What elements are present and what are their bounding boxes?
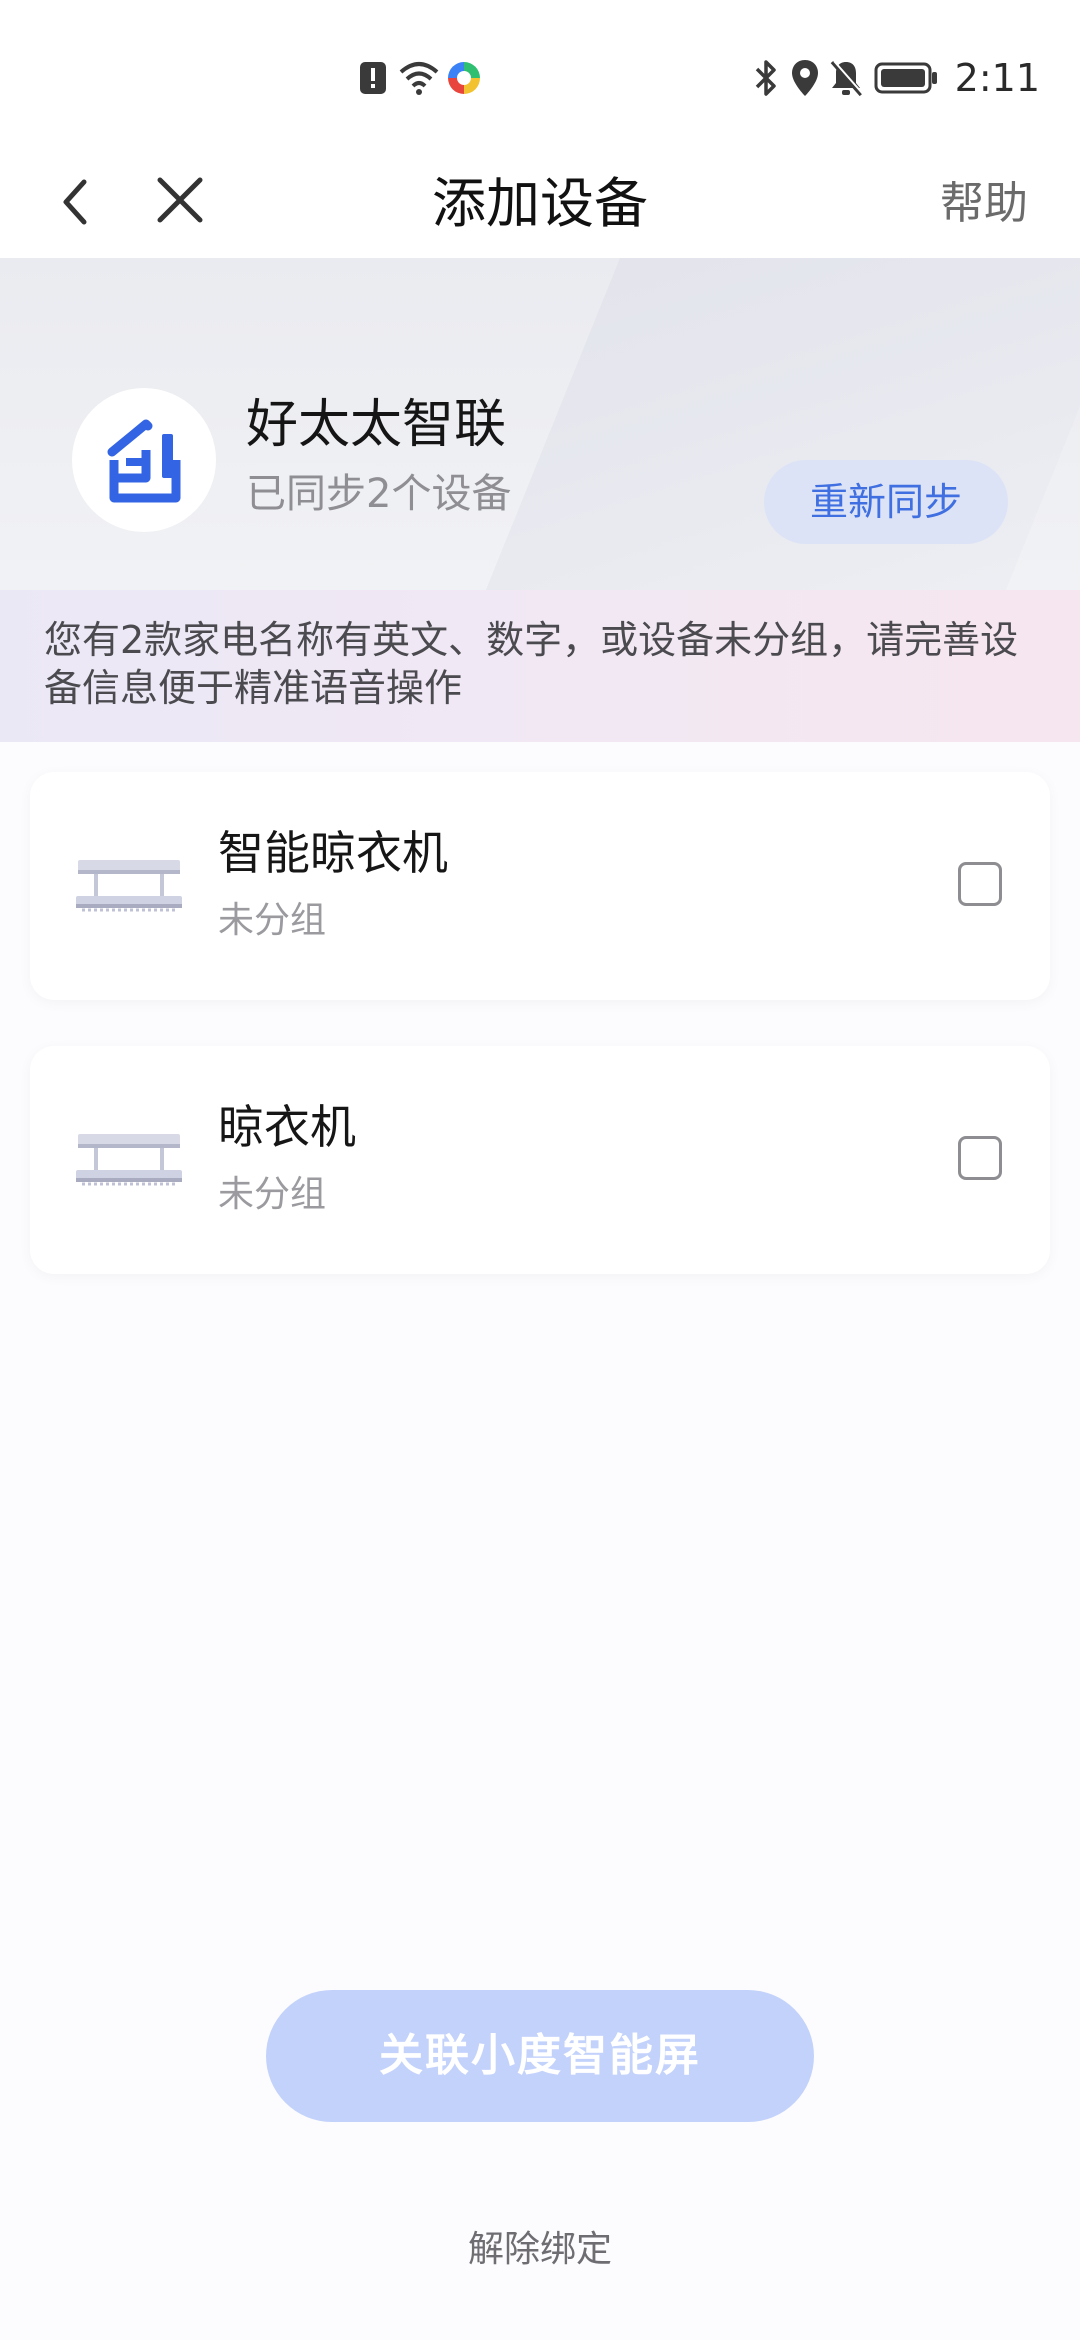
bluetooth-icon — [755, 60, 776, 96]
sync-status: 已同步2个设备 — [246, 471, 512, 517]
alert-icon — [360, 62, 386, 94]
notice-text: 您有2款家电名称有英文、数字，或设备未分组，请完善设备信息便于精准语音操作 — [44, 618, 1019, 710]
resync-button[interactable]: 重新同步 — [764, 460, 1008, 544]
unbind-link[interactable]: 解除绑定 — [0, 2226, 1080, 2274]
device-card[interactable]: 智能晾衣机 未分组 — [30, 772, 1050, 1000]
home-ai-logo-icon — [107, 419, 181, 503]
device-name: 智能晾衣机 — [218, 826, 448, 880]
mute-icon — [830, 60, 864, 97]
battery-icon — [874, 62, 937, 94]
device-checkbox[interactable] — [958, 862, 1002, 906]
device-group: 未分组 — [218, 1174, 327, 1215]
brand-logo — [72, 388, 216, 532]
brand-header: 好太太智联 已同步2个设备 重新同步 — [0, 258, 1080, 590]
status-time: 2:11 — [954, 56, 1040, 100]
location-icon — [792, 60, 818, 96]
page-title: 添加设备 — [432, 172, 648, 235]
device-card[interactable]: 晾衣机 未分组 — [30, 1046, 1050, 1274]
status-bar: 2:11 — [0, 0, 1080, 150]
device-name: 晾衣机 — [218, 1100, 356, 1154]
device-checkbox[interactable] — [958, 1136, 1002, 1180]
navbar: 添加设备 帮助 — [0, 150, 1080, 258]
brand-name: 好太太智联 — [246, 395, 507, 455]
clothes-dryer-icon — [76, 860, 182, 912]
device-group: 未分组 — [218, 900, 327, 941]
help-button[interactable]: 帮助 — [940, 174, 1028, 234]
header-decoration — [485, 258, 1080, 590]
wifi-icon — [399, 62, 439, 95]
app-notification-icon — [448, 62, 480, 94]
link-smart-screen-button[interactable]: 关联小度智能屏 — [266, 1990, 814, 2122]
clothes-dryer-icon — [76, 1134, 182, 1186]
notice-banner: 您有2款家电名称有英文、数字，或设备未分组，请完善设备信息便于精准语音操作 — [0, 590, 1080, 742]
